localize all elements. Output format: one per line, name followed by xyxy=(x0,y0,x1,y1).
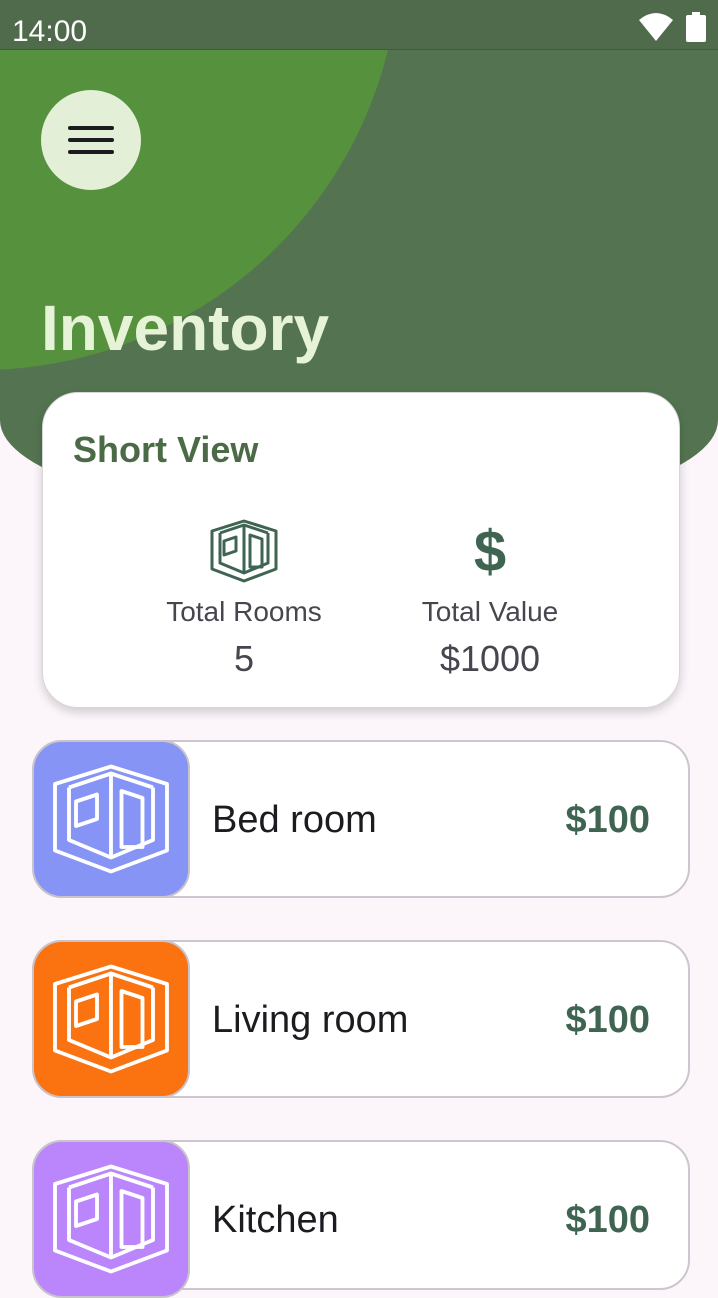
svg-text:$: $ xyxy=(474,523,506,579)
wifi-icon xyxy=(639,13,673,41)
room-cube-icon xyxy=(53,964,169,1074)
room-price: $100 xyxy=(565,999,650,1041)
total-value-label: Total Value xyxy=(421,596,559,627)
status-icons xyxy=(638,12,706,42)
room-price: $100 xyxy=(565,1199,650,1241)
room-item-living-room[interactable]: Living room $100 xyxy=(32,940,690,1098)
battery-icon xyxy=(686,12,706,42)
status-time: 14:00 xyxy=(12,15,88,48)
room-item-bed-room[interactable]: Bed room $100 xyxy=(32,740,690,898)
total-value-stat: $ Total Value $1000 xyxy=(370,519,610,681)
short-view-title: Short View xyxy=(73,429,259,470)
room-name: Bed room xyxy=(212,799,377,841)
total-rooms-label: Total Rooms xyxy=(166,596,322,627)
room-thumbnail xyxy=(32,1140,190,1298)
menu-button[interactable] xyxy=(41,90,141,190)
page-title: Inventory xyxy=(41,292,330,364)
room-item-kitchen[interactable]: Kitchen $100 xyxy=(32,1140,690,1298)
room-name: Kitchen xyxy=(212,1199,339,1241)
total-rooms-value: 5 xyxy=(233,638,255,679)
room-cube-icon xyxy=(210,519,278,583)
dollar-icon: $ xyxy=(474,523,506,579)
room-cube-icon xyxy=(53,1164,169,1274)
total-value-value: $1000 xyxy=(439,638,541,679)
short-view-card: Short View Total Rooms 5 $ Total Value $… xyxy=(42,392,680,708)
room-thumbnail xyxy=(32,740,190,898)
room-thumbnail xyxy=(32,940,190,1098)
room-name: Living room xyxy=(212,999,409,1041)
room-price: $100 xyxy=(565,799,650,841)
room-cube-icon xyxy=(53,764,169,874)
hamburger-menu-icon xyxy=(68,126,114,154)
total-rooms-stat: Total Rooms 5 xyxy=(124,519,364,681)
status-bar: 14:00 xyxy=(0,0,718,50)
